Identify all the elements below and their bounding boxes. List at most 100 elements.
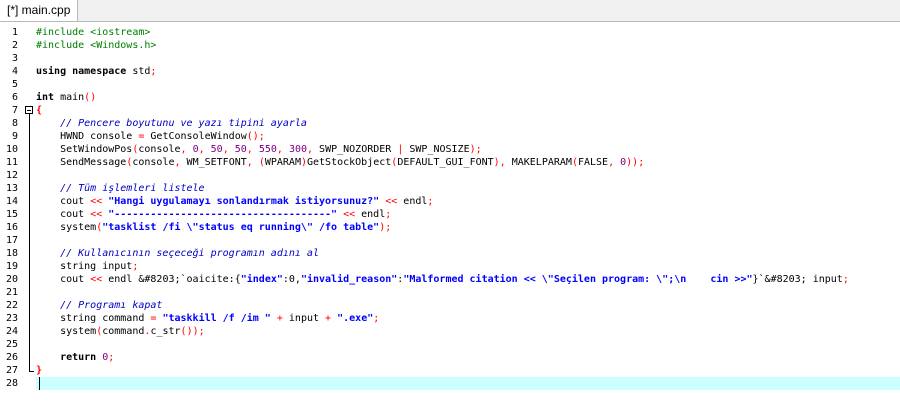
code-area[interactable]: #include <iostream> #include <Windows.h> u… xyxy=(36,22,900,402)
line-number: 16 xyxy=(5,222,18,233)
code-token: DEFAULT_GUI_FONT xyxy=(397,157,494,168)
code-token: using namespace xyxy=(36,66,127,77)
code-token: int xyxy=(36,92,55,103)
line-number: 2 xyxy=(11,40,18,51)
code-token: << xyxy=(90,209,103,220)
code-token: // Tüm işlemleri listele xyxy=(36,183,205,194)
line-number: 9 xyxy=(11,131,18,142)
line-number: 12 xyxy=(5,170,18,181)
code-line[interactable] xyxy=(36,52,900,65)
code-token: // Programı kapat xyxy=(36,300,163,311)
code-line[interactable] xyxy=(36,78,900,91)
code-token: , xyxy=(608,157,621,168)
tab-main-cpp[interactable]: [*] main.cpp xyxy=(0,0,79,21)
code-line[interactable]: // Kullanıcının seçeceği programın adını… xyxy=(36,247,900,260)
code-token: , xyxy=(276,144,289,155)
code-token: SWP_NOZORDER xyxy=(319,144,398,155)
line-number: 28 xyxy=(5,378,18,389)
code-token: endl xyxy=(397,196,428,207)
code-token: () xyxy=(84,92,97,103)
code-token: , xyxy=(180,144,193,155)
code-token: string command xyxy=(36,313,151,324)
code-token: return xyxy=(36,352,97,363)
line-number: 5 xyxy=(11,79,18,90)
code-token: ; xyxy=(132,261,139,272)
code-token: ; xyxy=(385,209,392,220)
code-token: "index" xyxy=(240,274,283,285)
code-token: // Kullanıcının seçeceği programın adını… xyxy=(36,248,319,259)
code-line[interactable]: using namespace std; xyxy=(36,65,900,78)
code-token: cout xyxy=(36,209,91,220)
code-line[interactable]: int main() xyxy=(36,91,900,104)
code-token: << xyxy=(343,209,356,220)
code-line[interactable]: string command = "taskkill /f /im " + in… xyxy=(36,312,900,325)
code-line[interactable]: SetWindowPos(console, 0, 50, 50, 550, 30… xyxy=(36,143,900,156)
code-token: main xyxy=(54,92,85,103)
line-number: 15 xyxy=(5,209,18,220)
code-line[interactable] xyxy=(36,338,900,351)
code-token: 50 xyxy=(234,144,247,155)
code-token: "------------------------------------" xyxy=(108,209,338,220)
fold-guide-line xyxy=(29,114,30,371)
line-number: 3 xyxy=(11,53,18,64)
code-token: MAKELPARAM xyxy=(511,157,572,168)
line-number: 27 xyxy=(5,365,18,376)
code-token: #include <iostream> xyxy=(36,27,151,38)
code-token: , xyxy=(222,144,235,155)
code-token: , xyxy=(198,144,211,155)
line-number: 17 xyxy=(5,235,18,246)
code-token: GetStockObject xyxy=(307,157,392,168)
code-token: c_str xyxy=(150,326,181,337)
line-number: 25 xyxy=(5,339,18,350)
code-token: ), xyxy=(493,157,512,168)
fold-collapse-icon[interactable] xyxy=(25,106,33,114)
code-line[interactable]: string input; xyxy=(36,260,900,273)
code-token: endl xyxy=(102,274,139,285)
code-token: system xyxy=(36,326,97,337)
line-number: 18 xyxy=(5,248,18,259)
code-token: console xyxy=(138,144,181,155)
code-line[interactable]: #include <Windows.h> xyxy=(36,39,900,52)
line-number: 14 xyxy=(5,196,18,207)
code-token: )); xyxy=(626,157,645,168)
code-token: , xyxy=(307,144,320,155)
code-token: cout xyxy=(36,274,91,285)
current-code-line[interactable] xyxy=(36,377,900,390)
code-token: << xyxy=(90,274,103,285)
code-line[interactable]: return 0; xyxy=(36,351,900,364)
tab-bar: [*] main.cpp xyxy=(0,0,900,22)
code-token: ; xyxy=(108,352,115,363)
code-token: endl xyxy=(355,209,386,220)
code-token: , xyxy=(246,157,259,168)
code-line[interactable]: cout << "-------------------------------… xyxy=(36,208,900,221)
code-line[interactable] xyxy=(36,169,900,182)
code-line[interactable]: // Pencere boyutunu ve yazı tipini ayarl… xyxy=(36,117,900,130)
code-line[interactable]: // Tüm işlemleri listele xyxy=(36,182,900,195)
code-line[interactable]: { xyxy=(36,104,900,117)
code-line[interactable] xyxy=(36,234,900,247)
code-line[interactable] xyxy=(36,286,900,299)
code-editor[interactable]: 1 2 3 4 5 6 7 8 9 10 11 12 13 14 15 16 17 18 19 20 21 22 23 24 2… xyxy=(0,22,900,402)
code-line[interactable]: cout << endl &#8203;`oaicite:{"index":0,… xyxy=(36,273,900,286)
code-line[interactable]: cout << "Hangi uygulamayı sonlandırmak i… xyxy=(36,195,900,208)
code-token: SetWindowPos xyxy=(36,144,133,155)
code-token: 50 xyxy=(210,144,223,155)
line-number: 10 xyxy=(5,144,18,155)
code-line[interactable]: // Programı kapat xyxy=(36,299,900,312)
code-line[interactable]: system(command.c_str()); xyxy=(36,325,900,338)
code-token: system xyxy=(36,222,97,233)
line-number: 24 xyxy=(5,326,18,337)
code-line[interactable]: SendMessage(console, WM_SETFONT, (WPARAM… xyxy=(36,156,900,169)
code-line[interactable]: HWND console = GetConsoleWindow(); xyxy=(36,130,900,143)
code-line[interactable]: #include <iostream> xyxy=(36,26,900,39)
code-line[interactable]: } xyxy=(36,364,900,377)
code-token: FALSE xyxy=(577,157,609,168)
line-number: 1 xyxy=(11,27,18,38)
code-token: "tasklist /fi \"status eq running\" /fo … xyxy=(102,222,380,233)
code-token: << xyxy=(90,196,103,207)
fold-margin xyxy=(22,22,36,402)
code-line[interactable]: system("tasklist /fi \"status eq running… xyxy=(36,221,900,234)
line-number-gutter: 1 2 3 4 5 6 7 8 9 10 11 12 13 14 15 16 17 18 19 20 21 22 23 24 2… xyxy=(0,22,22,402)
code-token: { xyxy=(36,105,43,116)
line-number: 19 xyxy=(5,261,18,272)
